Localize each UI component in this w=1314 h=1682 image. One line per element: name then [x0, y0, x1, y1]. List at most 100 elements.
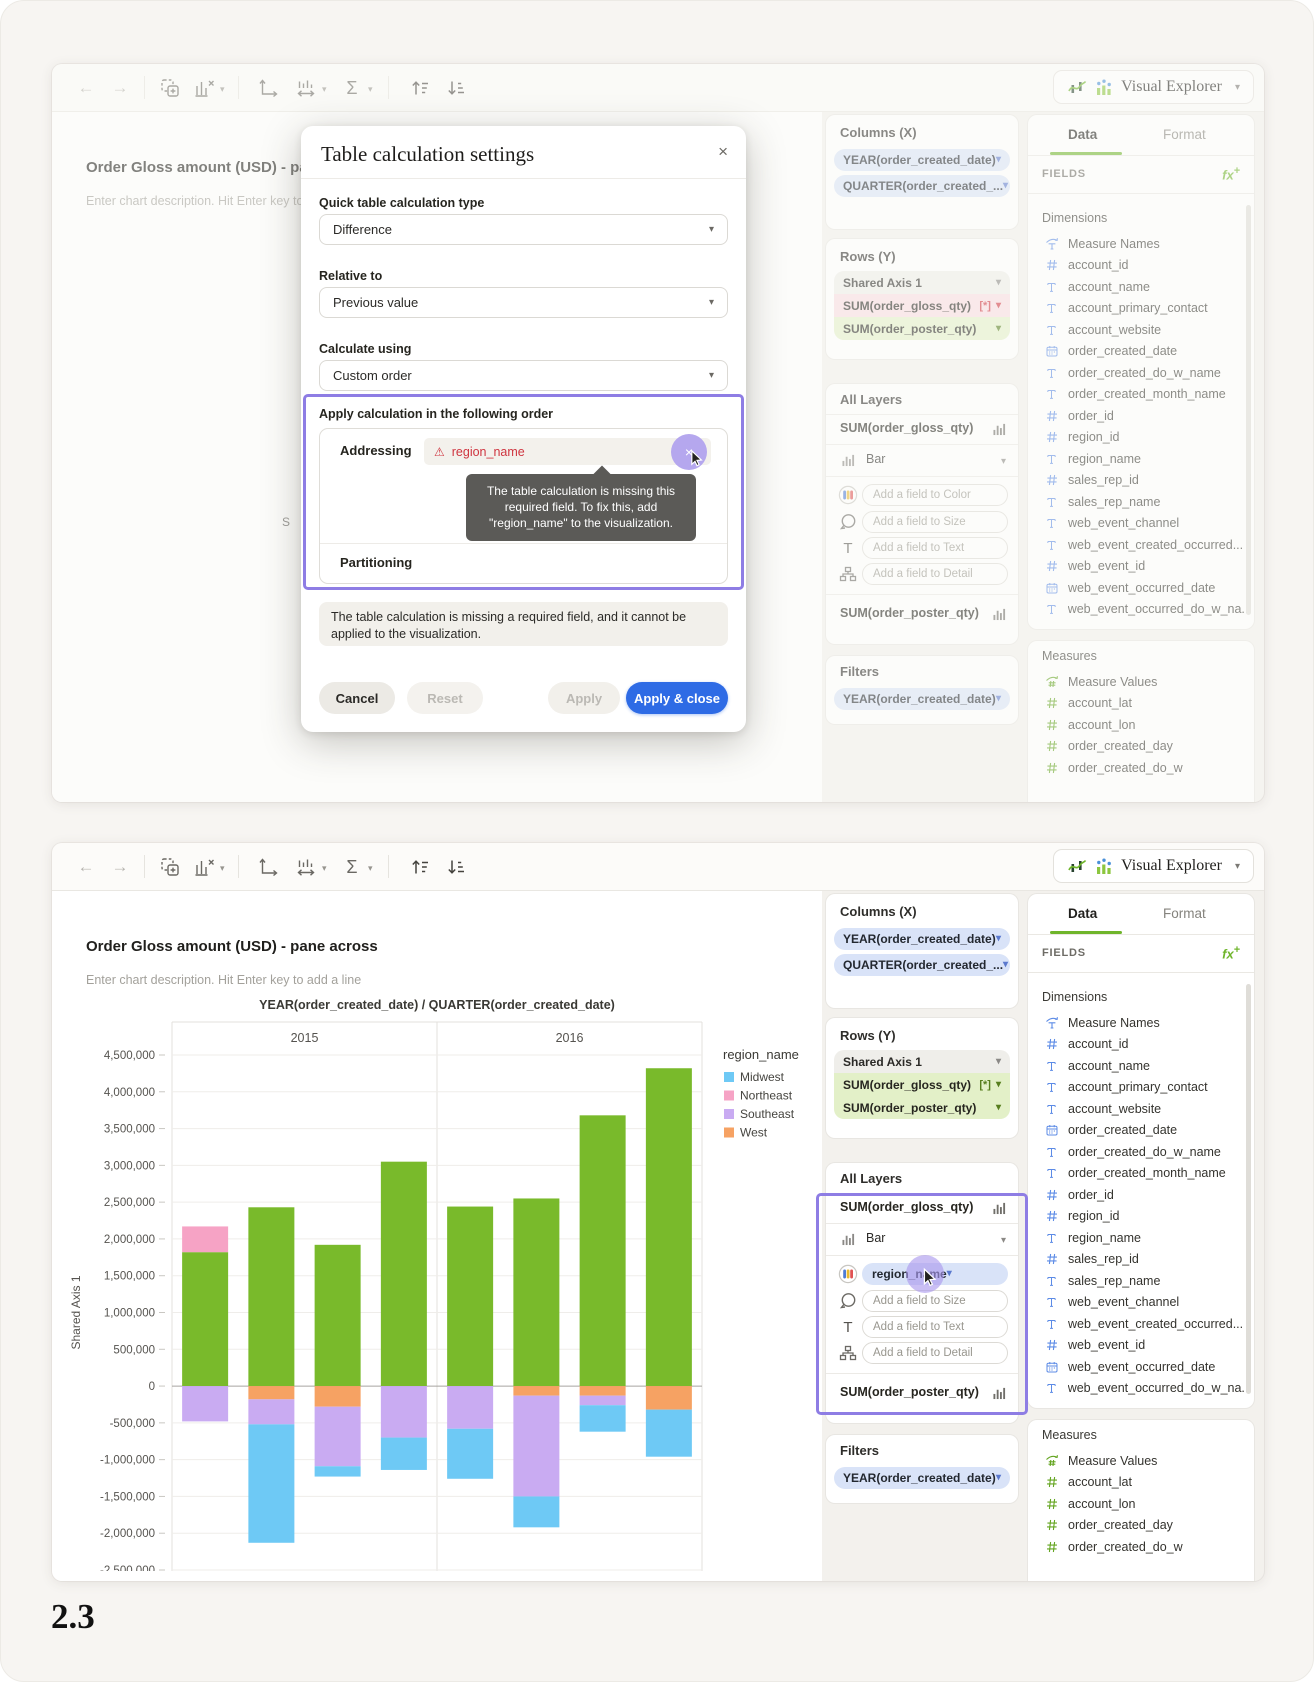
bar-segment-West[interactable] [580, 1386, 626, 1396]
addressing-field-chip[interactable]: ⚠ region_name × [424, 438, 711, 465]
cancel-button[interactable]: Cancel [319, 682, 395, 714]
swap-axes-icon[interactable] [256, 855, 280, 879]
visual-explorer-selector[interactable]: Visual Explorer ▾ [1053, 849, 1254, 883]
bar-segment-Midwest[interactable] [315, 1466, 361, 1476]
field-item[interactable]: web_event_occurred_do_w_na... [1044, 1378, 1248, 1399]
legend-label[interactable]: West [740, 1126, 768, 1140]
legend-swatch-Northeast[interactable] [724, 1091, 734, 1101]
field-item[interactable]: web_event_id [1044, 1335, 1248, 1356]
field-item[interactable]: Measure Values [1044, 1450, 1248, 1471]
close-icon[interactable]: × [718, 142, 728, 162]
relative-to-select[interactable]: Previous value ▾ [319, 287, 728, 318]
remove-viz-icon[interactable] [192, 855, 216, 879]
bar-segment-Southeast[interactable] [248, 1399, 294, 1424]
bar-segment-Southeast[interactable] [182, 1386, 228, 1421]
bar-segment-West[interactable] [315, 1386, 361, 1407]
field-item[interactable]: sales_rep_id [1044, 1249, 1248, 1270]
pill-filter-year[interactable]: YEAR(order_created_date) ▾ [834, 1467, 1010, 1489]
bar-segment-Midwest[interactable] [513, 1496, 559, 1527]
bar-segment-West[interactable] [248, 1386, 294, 1399]
legend-label[interactable]: Southeast [740, 1107, 795, 1121]
chart-type-icon[interactable] [294, 855, 318, 879]
legend-swatch-Southeast[interactable] [724, 1109, 734, 1119]
duplicate-viz-icon[interactable] [158, 855, 182, 879]
legend-swatch-Midwest[interactable] [724, 1072, 734, 1082]
bar-segment-base[interactable] [580, 1115, 626, 1386]
tab-format[interactable]: Format [1163, 906, 1206, 921]
caret-down-icon[interactable]: ▾ [996, 1103, 1001, 1113]
field-item[interactable]: sales_rep_name [1044, 1270, 1248, 1291]
caret-down-icon[interactable]: ▾ [996, 934, 1001, 944]
field-item[interactable]: region_name [1044, 1227, 1248, 1248]
field-item[interactable]: order_created_do_w_name [1044, 1141, 1248, 1162]
bar-segment-base[interactable] [248, 1207, 294, 1386]
field-item[interactable]: Measure Names [1044, 1012, 1248, 1033]
back-icon[interactable]: ← [74, 855, 98, 879]
bar-segment-base[interactable] [315, 1245, 361, 1386]
tab-data[interactable]: Data [1068, 906, 1097, 921]
pill-year-order-created-date[interactable]: YEAR(order_created_date) ▾ [834, 928, 1010, 950]
bar-segment-base[interactable] [513, 1198, 559, 1386]
caret-down-icon[interactable]: ▾ [220, 863, 225, 874]
field-item[interactable]: order_created_month_name [1044, 1163, 1248, 1184]
legend-swatch-West[interactable] [724, 1128, 734, 1138]
sort-asc-icon[interactable] [408, 855, 432, 879]
sort-desc-icon[interactable] [444, 855, 468, 879]
aggregate-icon[interactable] [340, 855, 364, 879]
field-item[interactable]: web_event_occurred_date [1044, 1356, 1248, 1377]
field-item[interactable]: account_lat [1044, 1472, 1248, 1493]
number-icon [1044, 1189, 1059, 1201]
bar-segment-Midwest[interactable] [248, 1424, 294, 1542]
bar-segment-Southeast[interactable] [580, 1396, 626, 1406]
bar-segment-Midwest[interactable] [580, 1405, 626, 1431]
caret-down-icon[interactable]: ▾ [322, 863, 327, 874]
field-item[interactable]: order_created_do_w [1044, 1536, 1248, 1557]
pill-sum-order-poster-qty[interactable]: SUM(order_poster_qty) ▾ [834, 1096, 1010, 1119]
caret-down-icon[interactable]: ▾ [996, 1473, 1001, 1483]
stacked-bar-chart[interactable]: YEAR(order_created_date) / QUARTER(order… [52, 943, 822, 1571]
bar-segment-Northeast[interactable] [182, 1226, 228, 1252]
bar-segment-base[interactable] [182, 1252, 228, 1386]
bar-segment-Southeast[interactable] [447, 1386, 493, 1429]
apply-close-button[interactable]: Apply & close [626, 682, 728, 714]
calc-type-select[interactable]: Difference ▾ [319, 214, 728, 245]
bar-segment-base[interactable] [646, 1068, 692, 1386]
pill-quarter-order-created-date[interactable]: QUARTER(order_created_... ▾ [834, 954, 1010, 976]
field-item[interactable]: account_lon [1044, 1493, 1248, 1514]
calculate-using-select[interactable]: Custom order ▾ [319, 360, 728, 391]
field-item[interactable]: web_event_created_occurred... [1044, 1313, 1248, 1334]
caret-down-icon[interactable]: ▾ [1003, 960, 1008, 970]
field-item[interactable]: order_created_day [1044, 1515, 1248, 1536]
apply-button[interactable]: Apply [548, 682, 620, 714]
bar-segment-West[interactable] [646, 1386, 692, 1410]
field-item[interactable]: web_event_channel [1044, 1292, 1248, 1313]
legend-label[interactable]: Midwest [740, 1070, 785, 1084]
bar-segment-Southeast[interactable] [315, 1407, 361, 1467]
field-item[interactable]: order_created_date [1044, 1120, 1248, 1141]
field-item[interactable]: account_website [1044, 1098, 1248, 1119]
pill-sum-order-gloss-qty[interactable]: SUM(order_gloss_qty) [*] ▾ [834, 1073, 1010, 1096]
caret-down-icon[interactable]: ▾ [996, 1080, 1001, 1090]
bar-segment-West[interactable] [513, 1386, 559, 1396]
forward-icon[interactable]: → [108, 855, 132, 879]
bar-segment-Southeast[interactable] [381, 1386, 427, 1438]
field-item[interactable]: account_primary_contact [1044, 1077, 1248, 1098]
field-item[interactable]: region_id [1044, 1206, 1248, 1227]
bar-segment-base[interactable] [447, 1207, 493, 1387]
fields-scrollbar[interactable] [1246, 984, 1251, 1394]
remove-field-button[interactable]: × [671, 434, 707, 470]
caret-down-icon[interactable]: ▾ [368, 863, 373, 874]
bar-segment-Midwest[interactable] [381, 1438, 427, 1470]
field-item[interactable]: account_name [1044, 1055, 1248, 1076]
bar-segment-Southeast[interactable] [513, 1396, 559, 1497]
caret-down-icon[interactable]: ▾ [996, 1057, 1001, 1067]
bar-segment-base[interactable] [381, 1162, 427, 1386]
formula-add-icon[interactable]: fx+ [1222, 944, 1240, 961]
shared-axis-header[interactable]: Shared Axis 1 ▾ [834, 1050, 1010, 1073]
reset-button[interactable]: Reset [407, 682, 483, 714]
legend-label[interactable]: Northeast [740, 1089, 793, 1103]
bar-segment-Midwest[interactable] [646, 1410, 692, 1457]
field-item[interactable]: account_id [1044, 1034, 1248, 1055]
field-item[interactable]: order_id [1044, 1184, 1248, 1205]
bar-segment-Midwest[interactable] [447, 1429, 493, 1479]
